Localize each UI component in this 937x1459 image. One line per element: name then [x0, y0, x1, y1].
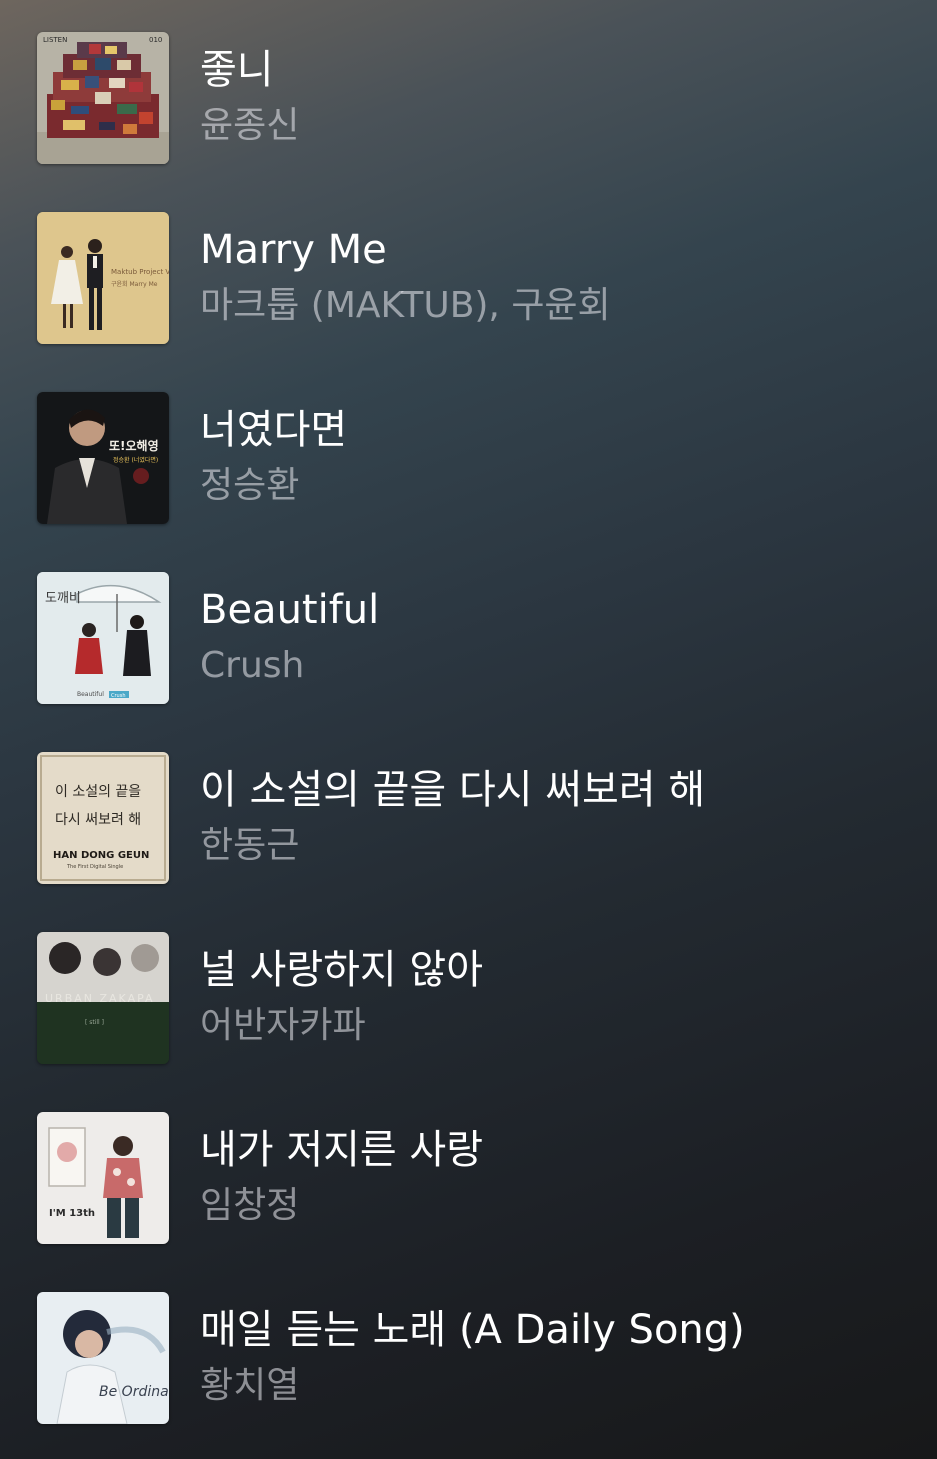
art-text: The First Digital Single [66, 864, 123, 870]
album-art-marry-me[interactable]: Maktub Project Vol.3 구윤회 Marry Me [37, 212, 169, 344]
song-row[interactable]: Maktub Project Vol.3 구윤회 Marry Me Marry … [0, 212, 937, 344]
song-row[interactable]: URBAN ZAKAPA [ still ] 널 사랑하지 않아 어반자카파 [0, 932, 937, 1064]
album-art-urban-zakapa[interactable]: URBAN ZAKAPA [ still ] [37, 932, 169, 1064]
album-art-listen-image: LISTEN 010 [37, 32, 169, 164]
art-text: 다시 써보려 해 [55, 812, 141, 828]
song-title: 내가 저지른 사랑 [200, 1127, 484, 1173]
album-art-im-13th[interactable]: I'M 13th [37, 1112, 169, 1244]
art-text: Maktub Project Vol.3 [111, 268, 169, 276]
song-row[interactable]: 또!오해영 정승환 (너였다면) 너였다면 정승환 [0, 392, 937, 524]
art-text: 정승환 (너였다면) [113, 456, 158, 464]
album-art-han-dong-geun-image: 이 소설의 끝을 다시 써보려 해 HAN DONG GEUN The Firs… [37, 752, 169, 884]
art-text: 구윤회 Marry Me [111, 280, 158, 288]
song-artist: 정승환 [200, 465, 300, 506]
song-row[interactable]: I'M 13th 내가 저지른 사랑 임창정 [0, 1112, 937, 1244]
art-text: LISTEN [43, 36, 67, 44]
song-title: Beautiful [200, 587, 380, 633]
song-artist: 임창정 [200, 1185, 300, 1226]
album-art-be-ordinary[interactable]: Be Ordinary [37, 1292, 169, 1424]
art-text: HAN DONG GEUN [53, 850, 149, 861]
art-text: Be Ordinary [99, 1384, 169, 1400]
art-text: Beautiful [77, 691, 104, 698]
song-title: 이 소설의 끝을 다시 써보려 해 [200, 767, 706, 813]
art-text: 또!오해영 [109, 438, 159, 453]
album-art-oh-hae-young[interactable]: 또!오해영 정승환 (너였다면) [37, 392, 169, 524]
song-title: 널 사랑하지 않아 [200, 947, 484, 993]
art-text: 010 [149, 36, 162, 44]
song-row[interactable]: 이 소설의 끝을 다시 써보려 해 HAN DONG GEUN The Firs… [0, 752, 937, 884]
album-art-be-ordinary-image: Be Ordinary [37, 1292, 169, 1424]
album-art-oh-hae-young-image: 또!오해영 정승환 (너였다면) [37, 392, 169, 524]
album-art-urban-zakapa-image: URBAN ZAKAPA [ still ] [37, 932, 169, 1064]
song-artist: 마크툽 (MAKTUB), 구윤회 [200, 285, 611, 326]
album-art-han-dong-geun[interactable]: 이 소설의 끝을 다시 써보려 해 HAN DONG GEUN The Firs… [37, 752, 169, 884]
song-artist: 윤종신 [200, 105, 300, 146]
album-art-goblin-image: 도깨비 Beautiful Crush [37, 572, 169, 704]
song-title: 매일 듣는 노래 (A Daily Song) [200, 1307, 745, 1353]
art-text: Crush [111, 693, 126, 699]
song-artist: 황치열 [200, 1365, 300, 1406]
art-text: [ still ] [85, 1019, 104, 1026]
song-artist: 어반자카파 [200, 1005, 366, 1046]
album-art-listen[interactable]: LISTEN 010 [37, 32, 169, 164]
album-art-marry-me-image: Maktub Project Vol.3 구윤회 Marry Me [37, 212, 169, 344]
album-art-goblin[interactable]: 도깨비 Beautiful Crush [37, 572, 169, 704]
art-text: URBAN ZAKAPA [45, 992, 155, 1005]
song-title: 너였다면 [200, 407, 348, 453]
song-title: Marry Me [200, 227, 387, 273]
song-row[interactable]: 도깨비 Beautiful Crush Beautiful Crush [0, 572, 937, 704]
art-text: 이 소설의 끝을 [55, 784, 141, 800]
song-title: 좋니 [200, 47, 274, 93]
song-artist: Crush [200, 645, 305, 686]
album-art-im-13th-image: I'M 13th [37, 1112, 169, 1244]
art-text: 도깨비 [45, 591, 81, 606]
art-text: I'M 13th [49, 1208, 95, 1219]
song-row[interactable]: LISTEN 010 좋니 윤종신 [0, 32, 937, 164]
song-artist: 한동근 [200, 825, 300, 866]
song-row[interactable]: Be Ordinary 매일 듣는 노래 (A Daily Song) 황치열 [0, 1292, 937, 1424]
